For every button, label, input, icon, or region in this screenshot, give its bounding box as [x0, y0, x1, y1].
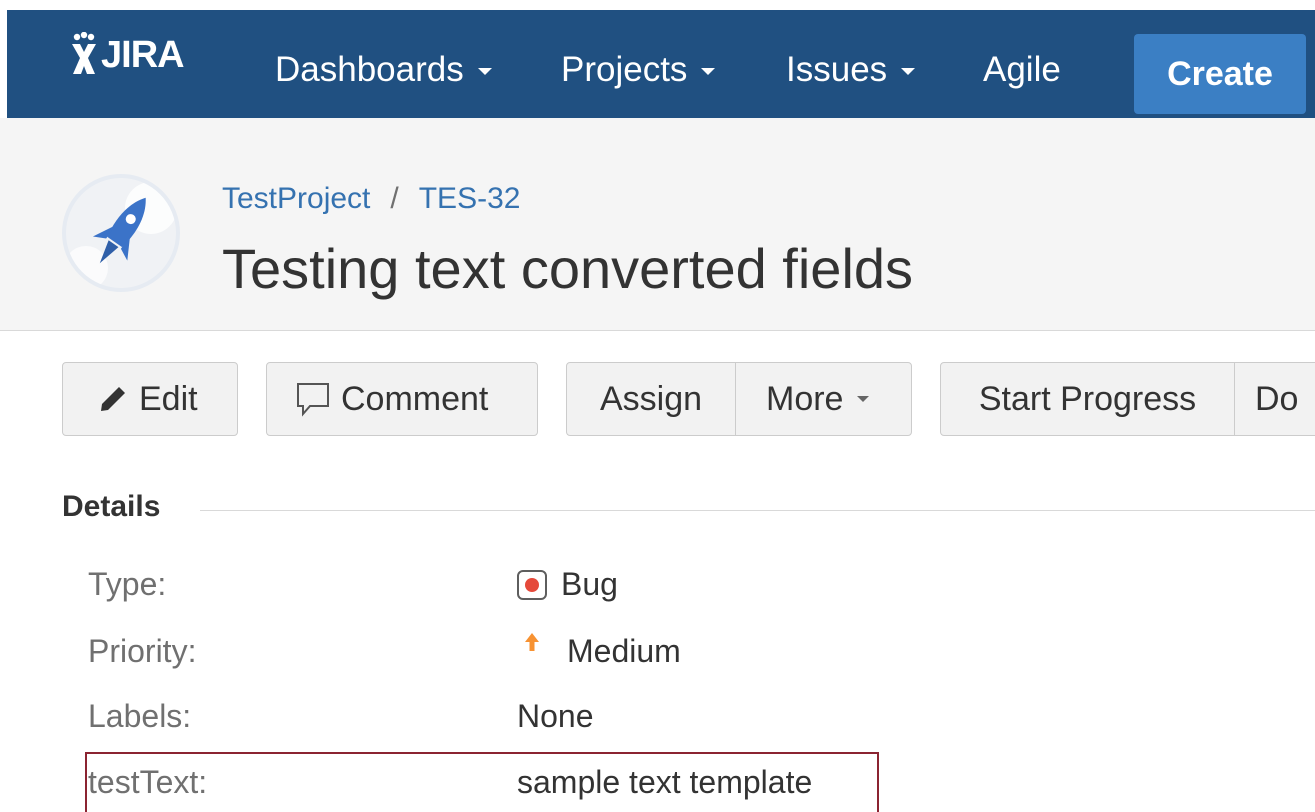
chevron-down-icon [857, 396, 870, 402]
done-button[interactable]: Do [1235, 363, 1298, 435]
priority-label: Priority: [88, 633, 197, 669]
bug-icon [517, 569, 547, 600]
rocket-icon [66, 182, 176, 288]
type-value[interactable]: Bug [517, 566, 618, 603]
more-button[interactable]: More [736, 363, 870, 435]
comment-button-label: Comment [341, 379, 489, 418]
testtext-value[interactable]: sample text template [517, 764, 812, 801]
nav-issues-label: Issues [786, 50, 888, 89]
labels-value[interactable]: None [517, 698, 594, 735]
type-label: Type: [88, 566, 167, 602]
nav-dashboards[interactable]: Dashboards [275, 50, 492, 90]
priority-medium-icon [517, 632, 547, 652]
pencil-icon [101, 387, 125, 411]
assign-button[interactable]: Assign [567, 363, 736, 435]
more-button-label: More [766, 379, 844, 418]
testtext-label: testText: [88, 764, 208, 800]
edit-button-label: Edit [139, 379, 198, 418]
nav-dashboards-label: Dashboards [275, 50, 464, 89]
breadcrumb-separator: / [390, 182, 399, 215]
breadcrumb-issue-key-link[interactable]: TES-32 [419, 182, 521, 216]
labels-label: Labels: [88, 698, 192, 734]
edit-button[interactable]: Edit [62, 362, 238, 436]
chevron-down-icon [477, 68, 492, 75]
chevron-down-icon [901, 68, 916, 75]
start-progress-button-label: Start Progress [978, 379, 1197, 418]
breadcrumb-project-link[interactable]: TestProject [222, 182, 370, 216]
jira-logo[interactable]: JIRA [69, 32, 185, 78]
workflow-button-group: Start Progress Do [940, 362, 1315, 436]
done-button-label: Do [1255, 379, 1299, 418]
details-divider [200, 510, 1315, 511]
chevron-down-icon [701, 68, 716, 75]
jira-logo-icon [72, 32, 96, 74]
create-button[interactable]: Create [1134, 34, 1306, 114]
start-progress-button[interactable]: Start Progress [941, 363, 1235, 435]
project-avatar[interactable] [62, 174, 180, 292]
type-value-text: Bug [561, 566, 618, 602]
comment-icon [297, 383, 329, 417]
priority-value-text: Medium [567, 633, 681, 669]
nav-projects-label: Projects [561, 50, 688, 89]
assign-more-button-group: Assign More [566, 362, 912, 436]
comment-button[interactable]: Comment [266, 362, 538, 436]
priority-value[interactable]: Medium [517, 632, 681, 670]
nav-issues[interactable]: Issues [786, 50, 916, 90]
details-heading: Details [62, 490, 161, 523]
jira-logo-text: JIRA [101, 33, 185, 76]
nav-agile-label: Agile [983, 50, 1061, 89]
issue-summary-title[interactable]: Testing text converted fields [222, 236, 913, 301]
nav-projects[interactable]: Projects [561, 50, 716, 90]
breadcrumb: TestProject / TES-32 [222, 182, 520, 216]
assign-button-label: Assign [599, 379, 703, 418]
top-navigation-bar: JIRA Dashboards Projects Issues Agile Cr… [7, 10, 1315, 118]
nav-agile[interactable]: Agile [983, 50, 1061, 90]
issue-header: TestProject / TES-32 Testing text conver… [0, 118, 1315, 331]
